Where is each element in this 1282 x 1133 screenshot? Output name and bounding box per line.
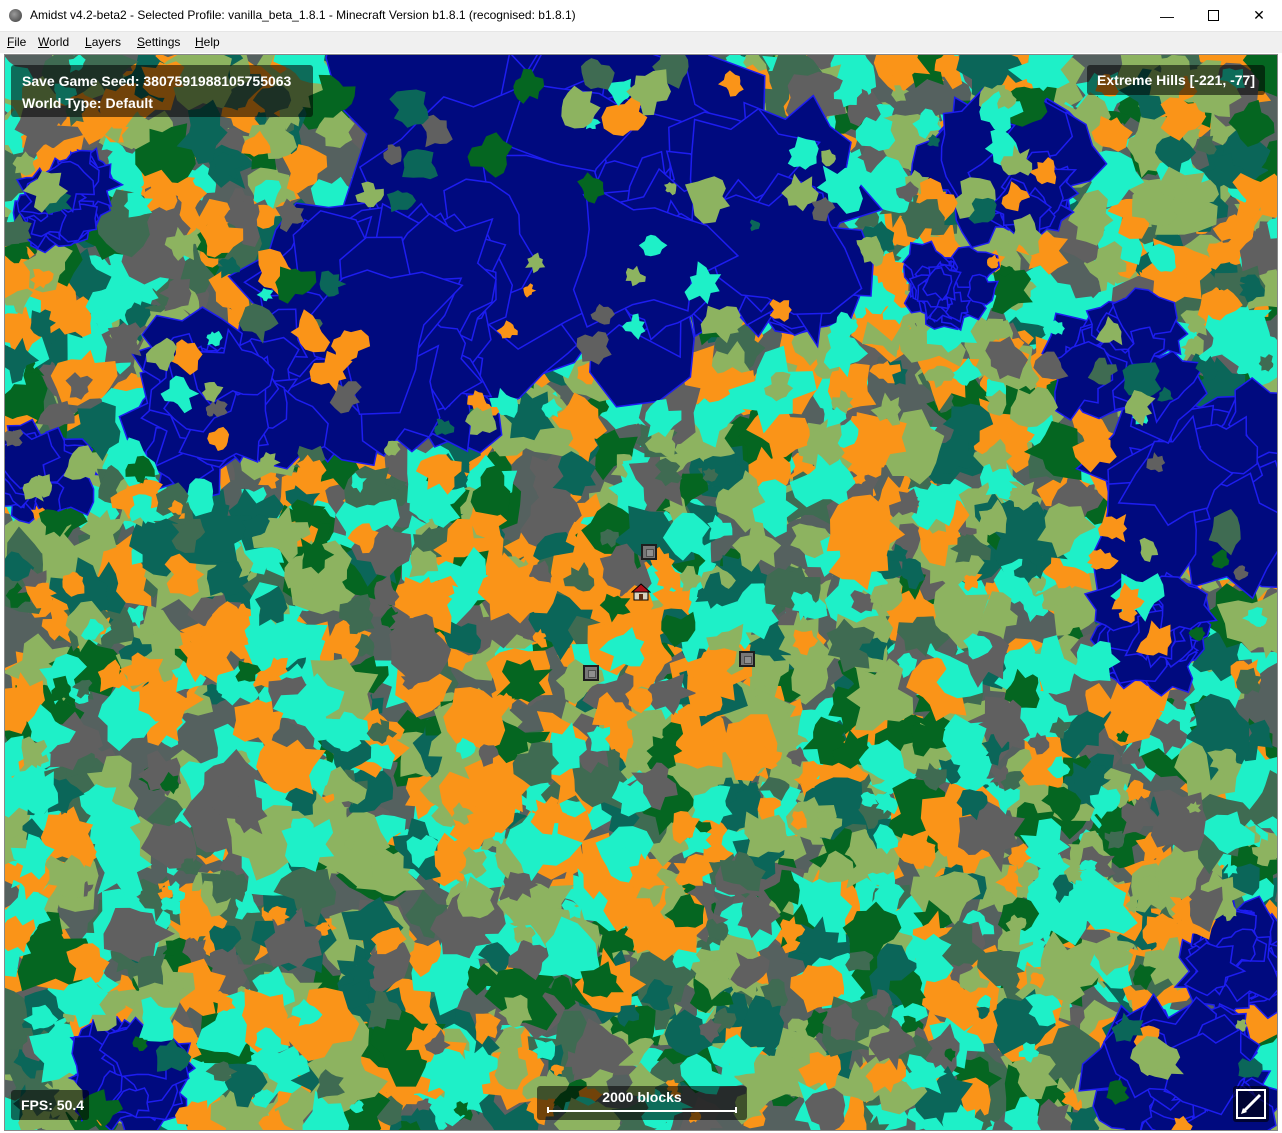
menu-world[interactable]: World [38, 35, 69, 49]
stronghold-icon[interactable] [641, 544, 657, 560]
menu-file[interactable]: File [7, 35, 26, 49]
biome-map[interactable]: Save Game Seed: 3807591988105755063 Worl… [4, 54, 1278, 1131]
player-spawn-icon[interactable] [630, 583, 652, 601]
world-type-text: World Type: Default [22, 95, 153, 111]
menu-layers[interactable]: Layers [85, 35, 121, 49]
seed-text: Save Game Seed: 3807591988105755063 [22, 73, 292, 89]
menu-bar: File World Layers Settings Help [0, 32, 1282, 53]
pencil-icon [1236, 1089, 1266, 1119]
stronghold-icon[interactable] [739, 651, 755, 667]
pencil-button[interactable] [1233, 1086, 1269, 1122]
menu-settings[interactable]: Settings [137, 35, 180, 49]
biome-info-panel: Extreme Hills [-221, -77] [1087, 65, 1265, 95]
app-icon [9, 9, 22, 22]
scale-label: 2000 blocks [602, 1089, 682, 1105]
stronghold-icon[interactable] [583, 665, 599, 681]
seed-info-panel: Save Game Seed: 3807591988105755063 Worl… [11, 65, 313, 117]
title-bar: Amidst v4.2-beta2 - Selected Profile: va… [0, 0, 1282, 32]
close-button[interactable]: ✕ [1236, 0, 1282, 31]
fps-counter: FPS: 50.4 [11, 1090, 89, 1120]
scale-indicator: 2000 blocks [537, 1086, 747, 1120]
scale-bar [547, 1107, 737, 1113]
menu-help[interactable]: Help [195, 35, 220, 49]
maximize-icon [1207, 10, 1219, 21]
maximize-button[interactable] [1190, 0, 1236, 31]
minimize-button[interactable]: — [1144, 0, 1190, 31]
window-title: Amidst v4.2-beta2 - Selected Profile: va… [30, 8, 576, 22]
